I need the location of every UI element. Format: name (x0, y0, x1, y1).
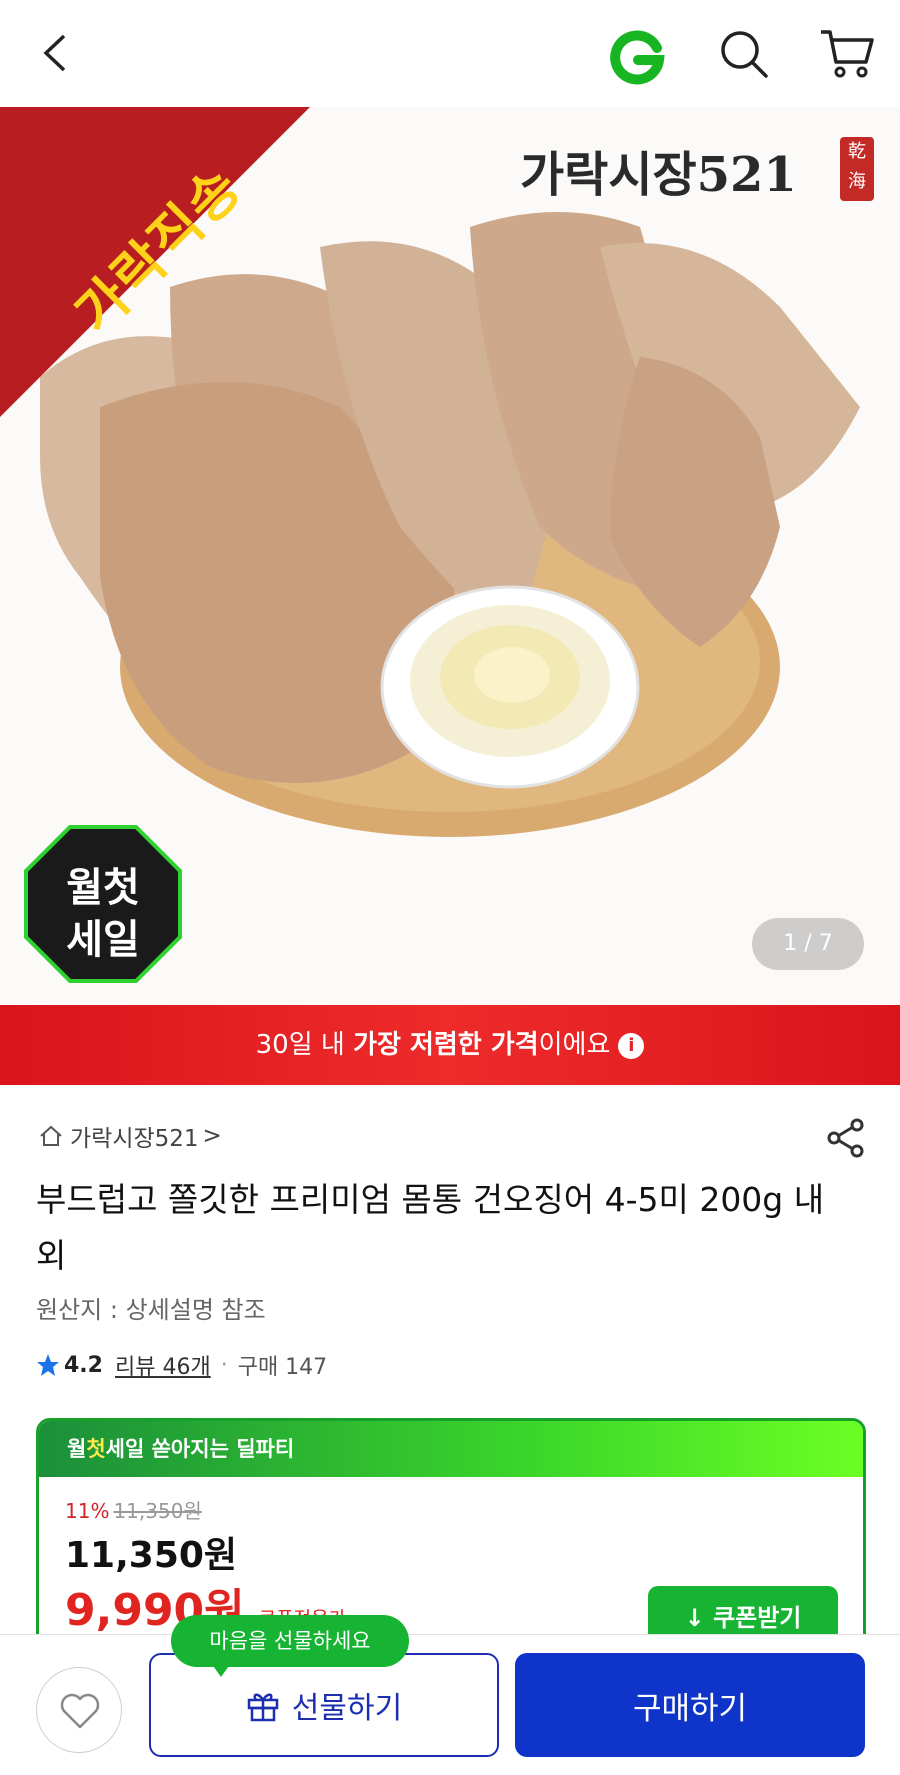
search-icon[interactable] (716, 26, 772, 82)
g-logo-icon[interactable] (608, 28, 666, 86)
gift-icon (247, 1693, 279, 1722)
banner-prefix: 30일 내 (255, 1030, 354, 1060)
sale-badge-line1: 월첫 (66, 865, 140, 911)
download-icon: ↓ (684, 1604, 714, 1632)
buy-label: 구매하기 (632, 1690, 748, 1727)
top-bar (0, 0, 900, 110)
buy-button[interactable]: 구매하기 (515, 1653, 865, 1757)
deal-card-header: 월첫세일 쏟아지는 딜파티 (39, 1421, 863, 1477)
info-icon[interactable]: i (618, 1032, 645, 1059)
rating-row: 4.2 리뷰 46개 · 구매 147 (36, 1349, 327, 1381)
sale-price: 11,350원 (65, 1535, 238, 1576)
cart-icon[interactable] (818, 26, 876, 82)
original-price: 11,350원 (113, 1499, 202, 1523)
chevron-left-icon[interactable] (34, 28, 84, 78)
product-image[interactable]: 가락직송 가락시장521 乾海 월첫 세일 1 / 7 (0, 107, 900, 1005)
store-link[interactable]: 가락시장521 > (38, 1118, 222, 1154)
gift-label: 선물하기 (291, 1691, 403, 1726)
discount-rate: 11% (65, 1499, 110, 1523)
image-pager: 1 / 7 (752, 918, 864, 970)
rating-score: 4.2 (64, 1352, 103, 1378)
banner-suffix: 이에요 (538, 1030, 611, 1060)
gift-tooltip: 마음을 선물하세요 (171, 1615, 409, 1677)
share-icon[interactable] (824, 1116, 868, 1160)
sale-badge: 월첫 세일 (24, 825, 182, 983)
lowest-price-banner[interactable]: 30일 내 가장 저렴한 가격이에요 i (0, 1005, 900, 1085)
sale-badge-line2: 세일 (66, 917, 140, 963)
gift-button[interactable]: 선물하기 (149, 1653, 499, 1757)
store-name: 가락시장521 (70, 1126, 199, 1152)
brand-seal: 乾海 (840, 137, 874, 201)
get-coupon-label: 쿠폰받기 (713, 1604, 802, 1632)
home-icon (40, 1125, 62, 1146)
tooltip-tail (211, 1663, 231, 1677)
ribbon-text: 가락직송 (63, 154, 254, 346)
product-origin: 원산지 : 상세설명 참조 (36, 1296, 266, 1324)
deal-head-b: 첫 (86, 1437, 106, 1461)
deal-head-c: 세일 쏟아지는 딜파티 (105, 1437, 295, 1461)
deal-head-a: 월 (67, 1437, 87, 1461)
brand-title: 가락시장521 (520, 147, 797, 203)
product-title: 부드럽고 쫄깃한 프리미엄 몸통 건오징어 4-5미 200g 내외 (36, 1180, 825, 1275)
star-icon (37, 1354, 59, 1376)
discount-row: 11% 11,350원 (65, 1495, 837, 1524)
purchase-count: 구매 147 (237, 1355, 328, 1380)
review-count-link[interactable]: 리뷰 46개 (115, 1349, 211, 1381)
bottom-action-bar: 선물하기 구매하기 (0, 1634, 900, 1775)
heart-icon (60, 1693, 100, 1729)
separator-dot: · (220, 1352, 228, 1378)
wishlist-button[interactable] (36, 1667, 122, 1753)
gift-tooltip-text: 마음을 선물하세요 (209, 1629, 371, 1653)
chevron-right-icon: > (202, 1123, 222, 1149)
banner-bold: 가장 저렴한 가격 (353, 1030, 539, 1060)
ribbon-badge: 가락직송 (0, 107, 310, 417)
